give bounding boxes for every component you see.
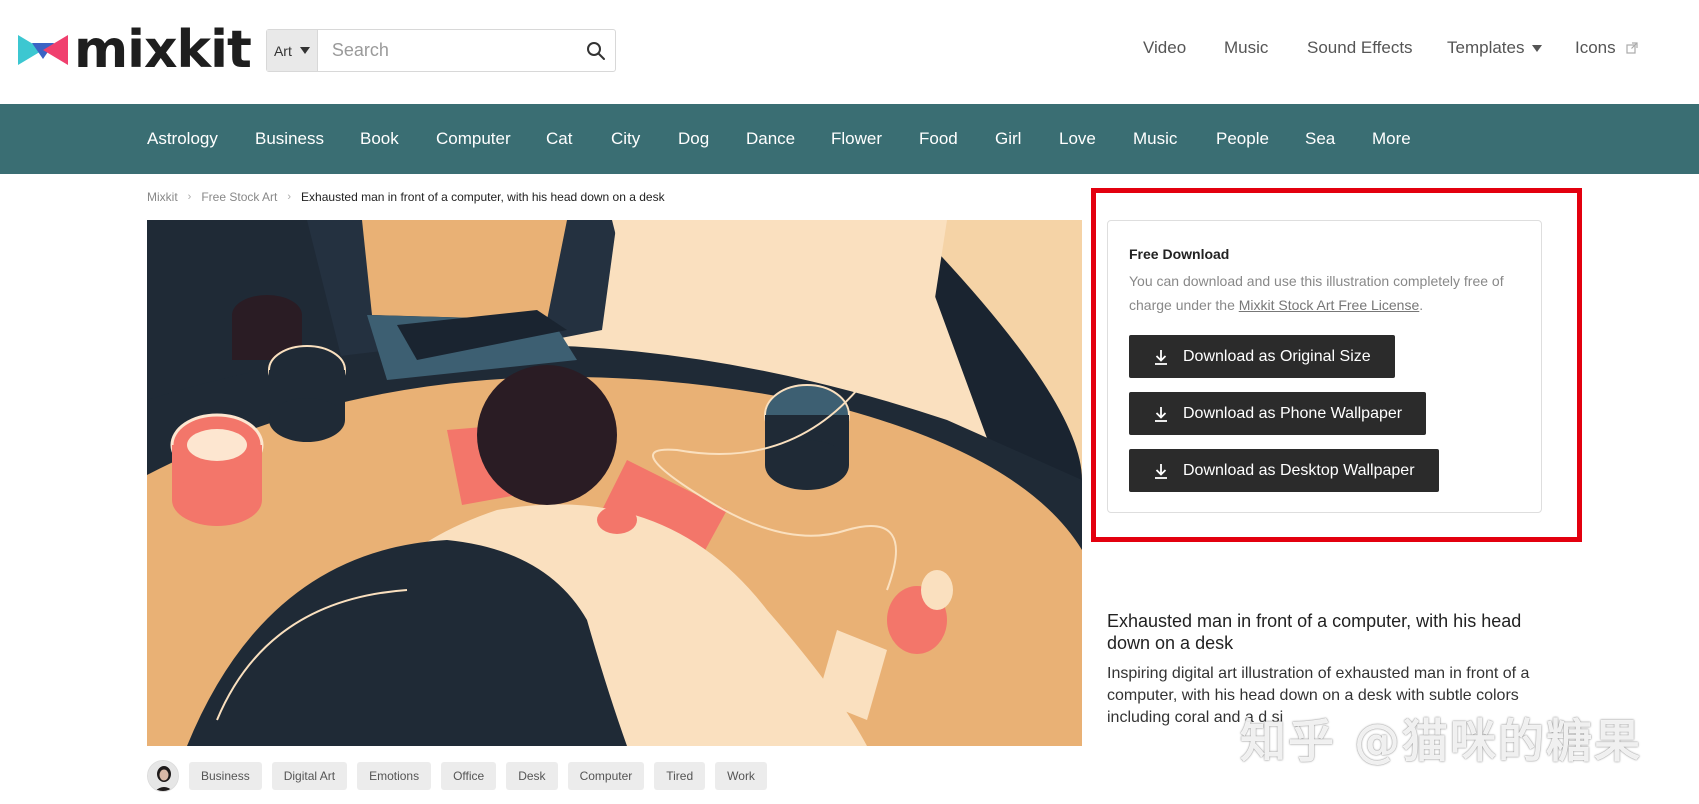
tag-chip[interactable]: Computer <box>567 762 645 790</box>
artwork-title: Exhausted man in front of a computer, wi… <box>1107 611 1522 653</box>
search-category-select[interactable]: Art <box>267 30 318 71</box>
tag-chip[interactable]: Office <box>441 762 497 790</box>
category-link[interactable]: Food <box>919 129 958 149</box>
nav-templates[interactable]: Templates <box>1447 38 1543 58</box>
nav-video[interactable]: Video <box>1143 38 1186 58</box>
download-icon <box>1155 463 1167 479</box>
download-icon <box>1155 406 1167 422</box>
category-link[interactable]: People <box>1216 129 1269 149</box>
avatar-icon <box>148 761 178 791</box>
category-link[interactable]: Girl <box>995 129 1021 149</box>
download-desc-end: . <box>1419 297 1424 313</box>
nav-templates-label: Templates <box>1447 38 1525 57</box>
breadcrumb-mixkit[interactable]: Mixkit <box>147 190 178 204</box>
search-input[interactable] <box>317 30 578 71</box>
category-link[interactable]: Love <box>1059 129 1096 149</box>
download-phone-label: Download as Phone Wallpaper <box>1183 404 1403 422</box>
category-link[interactable]: City <box>611 129 640 149</box>
download-desktop-button[interactable]: Download as Desktop Wallpaper <box>1129 449 1439 492</box>
category-link[interactable]: Flower <box>831 129 882 149</box>
search-icon <box>587 41 606 60</box>
nav-video-label: Video <box>1143 38 1187 57</box>
category-link[interactable]: Astrology <box>147 129 218 149</box>
tag-chip[interactable]: Digital Art <box>271 762 348 790</box>
nav-icons[interactable]: Icons <box>1575 38 1638 58</box>
nav-sound-effects-label: Sound Effects <box>1307 38 1413 57</box>
brand-name: mixkit <box>74 20 252 80</box>
tag-list: Business Digital Art Emotions Office Des… <box>147 760 767 792</box>
tag-chip[interactable]: Business <box>189 762 262 790</box>
author-avatar[interactable] <box>147 760 179 792</box>
category-link[interactable]: Business <box>255 129 324 149</box>
category-link[interactable]: Music <box>1133 129 1177 149</box>
download-card: Free Download You can download and use t… <box>1107 220 1542 513</box>
external-link-icon <box>1626 42 1638 54</box>
tag-chip[interactable]: Emotions <box>357 762 432 790</box>
header: mixkit Art Video Music Sound Effects Tem… <box>0 0 1699 104</box>
artwork-image[interactable] <box>147 220 1082 746</box>
download-icon <box>1155 349 1167 365</box>
caret-down-icon <box>1532 44 1543 52</box>
tag-chip[interactable]: Tired <box>654 762 706 790</box>
nav-music-label: Music <box>1224 38 1269 57</box>
caret-down-icon <box>299 47 310 54</box>
category-more[interactable]: More <box>1372 129 1411 149</box>
download-title: Free Download <box>1129 246 1230 262</box>
category-link[interactable]: Computer <box>436 129 511 149</box>
nav-music[interactable]: Music <box>1224 38 1268 58</box>
download-description: You can download and use this illustrati… <box>1129 269 1529 317</box>
category-link[interactable]: Sea <box>1305 129 1335 149</box>
breadcrumb: Mixkit › Free Stock Art › Exhausted man … <box>147 190 665 204</box>
chevron-right-icon: › <box>287 191 292 203</box>
mixkit-logo[interactable]: mixkit <box>18 20 252 80</box>
download-original-label: Download as Original Size <box>1183 347 1371 365</box>
watermark-text: 知乎 @猫咪的糖果 <box>1240 714 1643 768</box>
category-link[interactable]: Dog <box>678 129 709 149</box>
search-category-label: Art <box>273 42 292 59</box>
artwork-illustration <box>147 220 1082 746</box>
tag-chip[interactable]: Desk <box>506 762 558 790</box>
download-desktop-label: Download as Desktop Wallpaper <box>1183 461 1415 479</box>
breadcrumb-free-stock-art[interactable]: Free Stock Art <box>201 190 277 204</box>
search-button[interactable] <box>578 30 615 71</box>
license-link[interactable]: Mixkit Stock Art Free License <box>1239 297 1420 313</box>
nav-icons-label: Icons <box>1575 38 1616 57</box>
download-phone-button[interactable]: Download as Phone Wallpaper <box>1129 392 1427 435</box>
category-link[interactable]: Cat <box>546 129 572 149</box>
tag-chip[interactable]: Work <box>715 762 767 790</box>
category-link[interactable]: Dance <box>746 129 795 149</box>
category-bar: Astrology Business Book Computer Cat Cit… <box>0 104 1699 174</box>
download-original-button[interactable]: Download as Original Size <box>1129 335 1395 378</box>
mixkit-logo-icon <box>18 35 68 65</box>
chevron-right-icon: › <box>187 191 192 203</box>
category-link[interactable]: Book <box>360 129 399 149</box>
breadcrumb-current: Exhausted man in front of a computer, wi… <box>301 190 665 204</box>
search-bar: Art <box>266 29 616 72</box>
nav-sound-effects[interactable]: Sound Effects <box>1307 38 1413 58</box>
